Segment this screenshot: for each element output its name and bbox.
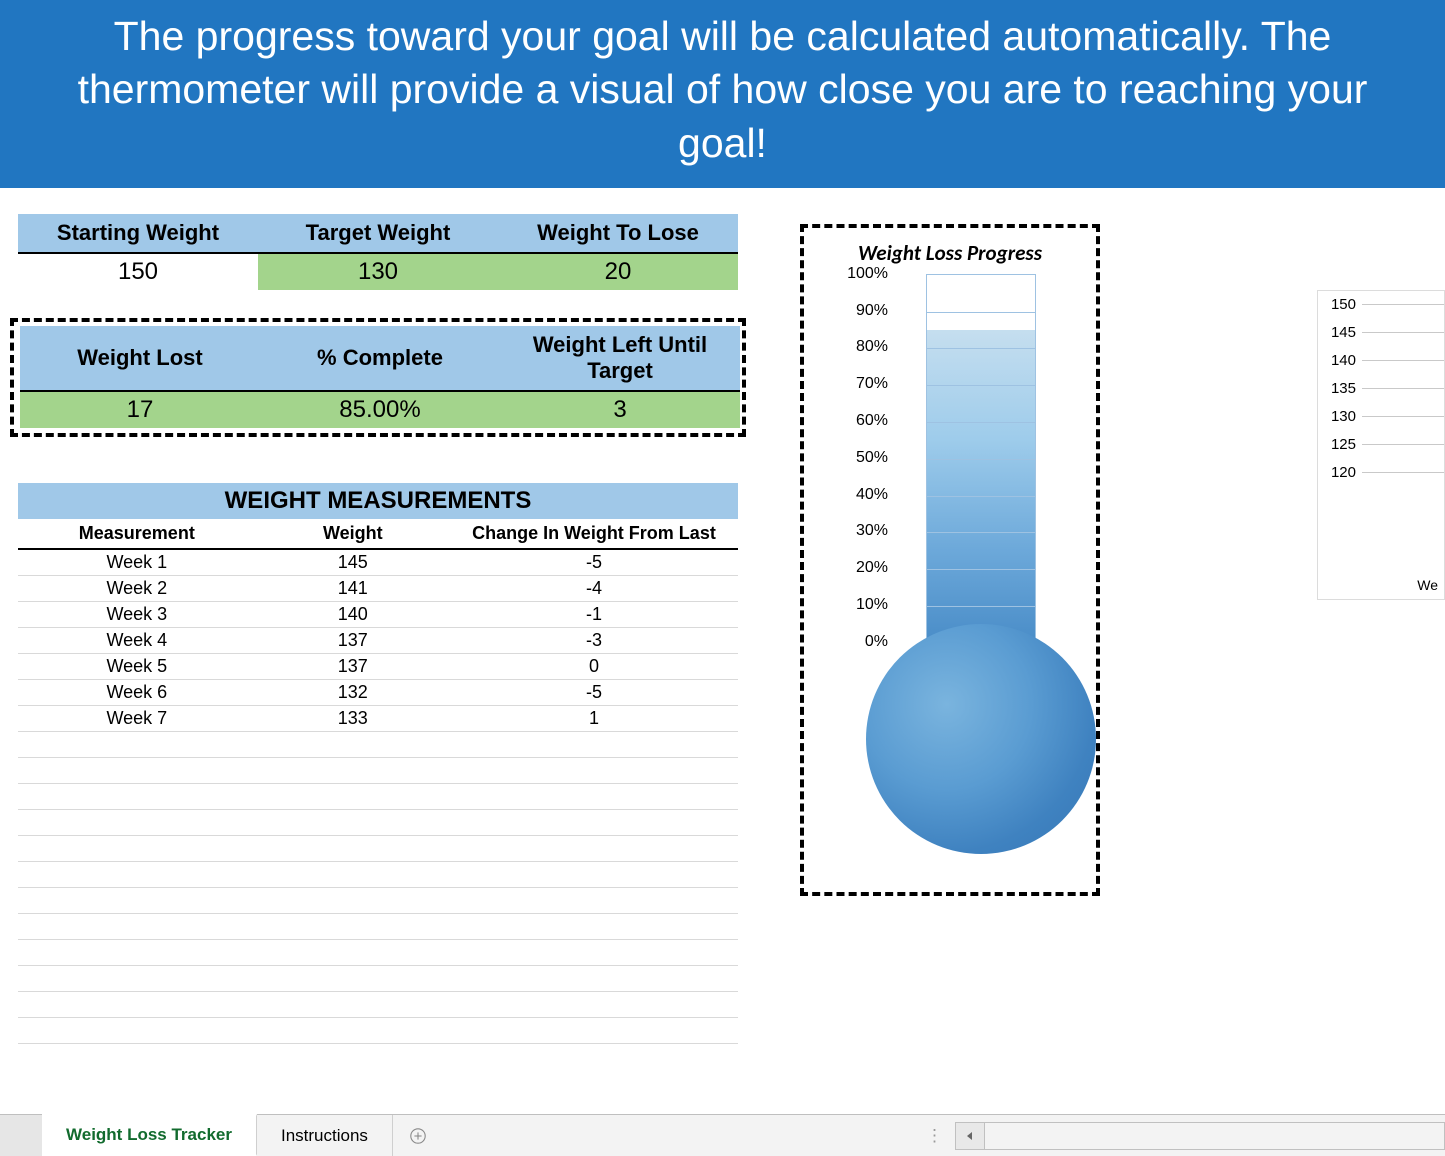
add-sheet-button[interactable] <box>393 1115 443 1156</box>
sidechart-tick: 150 <box>1318 291 1444 319</box>
cell-weight-left[interactable]: 3 <box>500 391 740 428</box>
cell-change[interactable]: 0 <box>450 656 738 677</box>
summary-goals-table: Starting Weight Target Weight Weight To … <box>18 214 738 290</box>
axis-tick-label: 40% <box>856 486 888 504</box>
cell-weight[interactable]: 137 <box>256 630 450 651</box>
table-row[interactable]: Week 71331 <box>18 706 738 732</box>
table-row-empty[interactable] <box>18 888 738 914</box>
horizontal-scrollbar[interactable] <box>985 1122 1445 1150</box>
header-weight: Weight <box>256 519 450 548</box>
cell-change[interactable]: -1 <box>450 604 738 625</box>
table-row-empty[interactable] <box>18 810 738 836</box>
axis-tick-label: 10% <box>856 596 888 614</box>
axis-tick-label: 70% <box>856 375 888 393</box>
table-row[interactable]: Week 2141-4 <box>18 576 738 602</box>
spreadsheet-area: Starting Weight Target Weight Weight To … <box>0 188 1445 1058</box>
cell-weight-to-lose[interactable]: 20 <box>498 253 738 290</box>
table-row-empty[interactable] <box>18 836 738 862</box>
table-row-empty[interactable] <box>18 1018 738 1044</box>
cell-weight[interactable]: 133 <box>256 708 450 729</box>
cell-weight[interactable]: 145 <box>256 552 450 573</box>
cell-starting-weight[interactable]: 150 <box>18 253 258 290</box>
sidechart-tick: 125 <box>1318 431 1444 459</box>
axis-tick-label: 50% <box>856 449 888 467</box>
axis-tick-label: 60% <box>856 412 888 430</box>
header-weight-lost: Weight Lost <box>20 326 260 391</box>
cell-target-weight[interactable]: 130 <box>258 253 498 290</box>
cell-change[interactable]: 1 <box>450 708 738 729</box>
header-starting-weight: Starting Weight <box>18 214 258 253</box>
table-row[interactable]: Week 4137-3 <box>18 628 738 654</box>
tab-weight-loss-tracker[interactable]: Weight Loss Tracker <box>42 1114 257 1156</box>
sidechart-tick: 135 <box>1318 375 1444 403</box>
thermometer-title: Weight Loss Progress <box>816 240 1084 266</box>
sidechart-tick: 145 <box>1318 319 1444 347</box>
thermometer-bulb <box>866 624 1096 854</box>
axis-tick-label: 30% <box>856 522 888 540</box>
progress-highlight-box: Weight Lost % Complete Weight Left Until… <box>10 318 746 437</box>
table-row-empty[interactable] <box>18 914 738 940</box>
table-row-empty[interactable] <box>18 784 738 810</box>
scroll-left-button[interactable] <box>955 1122 985 1150</box>
table-row[interactable]: Week 3140-1 <box>18 602 738 628</box>
table-row-empty[interactable] <box>18 758 738 784</box>
cell-measurement[interactable]: Week 4 <box>18 630 256 651</box>
summary-progress-table: Weight Lost % Complete Weight Left Until… <box>20 326 740 428</box>
cell-measurement[interactable]: Week 2 <box>18 578 256 599</box>
table-row[interactable]: Week 1145-5 <box>18 550 738 576</box>
measurements-table: WEIGHT MEASUREMENTS Measurement Weight C… <box>18 483 738 1044</box>
cell-weight-lost[interactable]: 17 <box>20 391 260 428</box>
axis-tick-label: 100% <box>847 265 888 283</box>
table-row-empty[interactable] <box>18 732 738 758</box>
axis-tick-label: 0% <box>865 633 888 651</box>
table-row-empty[interactable] <box>18 992 738 1018</box>
axis-tick-label: 80% <box>856 338 888 356</box>
plus-circle-icon <box>409 1127 427 1145</box>
measurements-title: WEIGHT MEASUREMENTS <box>18 483 738 519</box>
tab-instructions[interactable]: Instructions <box>257 1115 393 1156</box>
axis-tick-label: 90% <box>856 302 888 320</box>
header-weight-to-lose: Weight To Lose <box>498 214 738 253</box>
weight-trend-chart-partial: 150145140135130125120 We <box>1317 290 1445 600</box>
cell-change[interactable]: -3 <box>450 630 738 651</box>
table-row[interactable]: Week 6132-5 <box>18 680 738 706</box>
sidechart-tick: 120 <box>1318 459 1444 487</box>
thermometer-axis-labels: 100%90%80%70%60%50%40%30%20%10%0% <box>824 274 888 644</box>
cell-change[interactable]: -5 <box>450 552 738 573</box>
header-measurement: Measurement <box>18 519 256 548</box>
cell-percent-complete[interactable]: 85.00% <box>260 391 500 428</box>
cell-weight[interactable]: 137 <box>256 656 450 677</box>
thermometer-ticks <box>927 275 1035 642</box>
sheet-tab-bar: Weight Loss Tracker Instructions ⋮ <box>0 1114 1445 1156</box>
triangle-left-icon <box>965 1131 975 1141</box>
cell-measurement[interactable]: Week 3 <box>18 604 256 625</box>
sidechart-tick: 140 <box>1318 347 1444 375</box>
table-row-empty[interactable] <box>18 940 738 966</box>
cell-weight[interactable]: 141 <box>256 578 450 599</box>
sidechart-cut-label: We <box>1417 577 1438 593</box>
header-weight-left: Weight Left Until Target <box>500 326 740 391</box>
table-row[interactable]: Week 51370 <box>18 654 738 680</box>
thermometer-tube <box>926 274 1036 642</box>
cell-weight[interactable]: 132 <box>256 682 450 703</box>
table-row-empty[interactable] <box>18 862 738 888</box>
table-row-empty[interactable] <box>18 966 738 992</box>
sidechart-tick: 130 <box>1318 403 1444 431</box>
cell-measurement[interactable]: Week 1 <box>18 552 256 573</box>
cell-measurement[interactable]: Week 7 <box>18 708 256 729</box>
thermometer-panel: Weight Loss Progress 100% 90% 80% 70% 60% 50%… <box>800 224 1100 896</box>
cell-weight[interactable]: 140 <box>256 604 450 625</box>
sheet-options-indicator[interactable]: ⋮ <box>916 1126 955 1146</box>
axis-tick-label: 20% <box>856 559 888 577</box>
cell-measurement[interactable]: Week 5 <box>18 656 256 677</box>
header-change: Change In Weight From Last <box>450 519 738 548</box>
cell-measurement[interactable]: Week 6 <box>18 682 256 703</box>
cell-change[interactable]: -5 <box>450 682 738 703</box>
instruction-banner: The progress toward your goal will be ca… <box>0 0 1445 188</box>
header-percent-complete: % Complete <box>260 326 500 391</box>
header-target-weight: Target Weight <box>258 214 498 253</box>
cell-change[interactable]: -4 <box>450 578 738 599</box>
